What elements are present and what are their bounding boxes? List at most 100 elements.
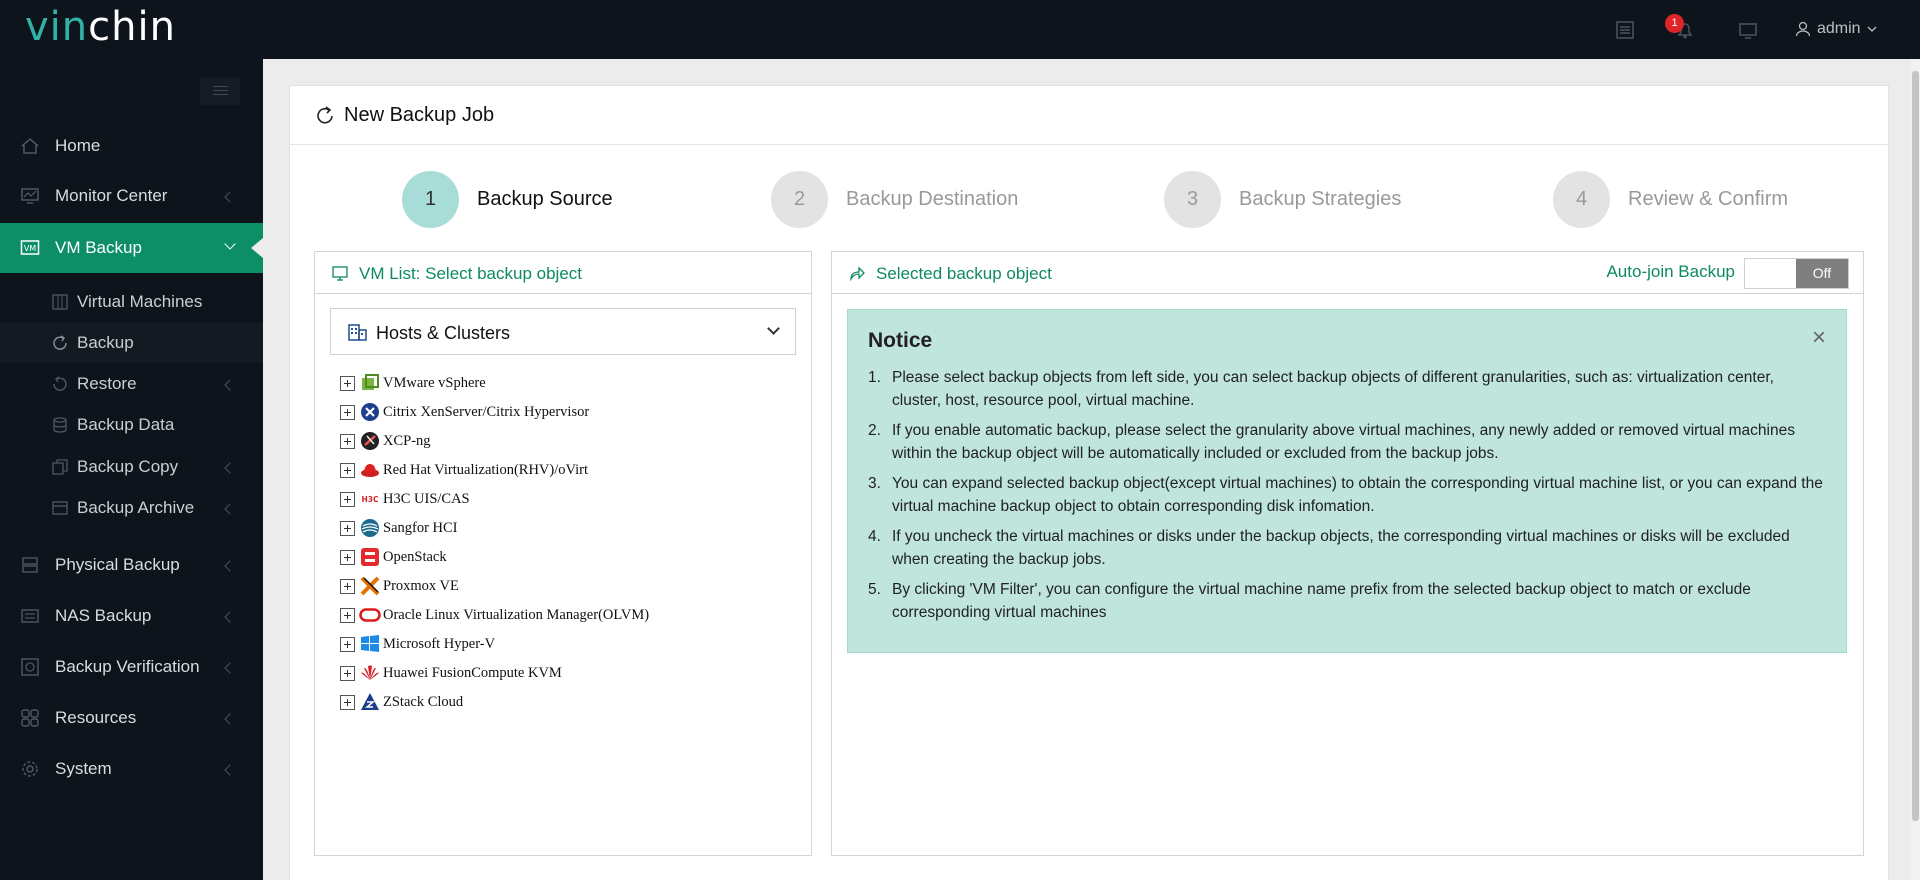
sidebar-subitem-backup[interactable]: Backup — [0, 323, 263, 363]
step-backup-destination[interactable]: 2 Backup Destination — [771, 170, 1018, 228]
tree-item-openstack[interactable]: OpenStack — [340, 546, 447, 568]
sidebar-subitem-virtual-machines[interactable]: Virtual Machines — [0, 282, 263, 322]
chevron-icon — [224, 764, 236, 776]
expand-icon[interactable] — [340, 520, 355, 536]
citrix-icon — [361, 403, 379, 421]
user-name: admin — [1817, 20, 1861, 37]
expand-icon[interactable] — [340, 636, 355, 652]
expand-icon[interactable] — [340, 694, 355, 710]
chevron-down-icon — [1867, 26, 1877, 32]
user-menu[interactable]: admin — [1795, 20, 1877, 38]
new-backup-job-card: New Backup Job 1 Backup Source 2 Backup … — [289, 85, 1889, 880]
share-arrow-icon — [850, 266, 865, 282]
page-scrollbar[interactable] — [1911, 59, 1920, 880]
proxmox-icon — [360, 576, 380, 596]
windows-icon — [361, 635, 379, 652]
notice-box: Notice × 1. Please select backup objects … — [847, 309, 1847, 653]
tree-item-huawei[interactable]: Huawei FusionCompute KVM — [340, 662, 562, 684]
tree-item-hyperv[interactable]: Microsoft Hyper-V — [340, 633, 495, 655]
resources-icon — [21, 709, 39, 727]
active-indicator — [251, 238, 263, 258]
oracle-icon — [359, 608, 381, 622]
verify-icon — [21, 658, 39, 676]
svg-text:H3C: H3C — [362, 495, 379, 504]
tree-item-redhat[interactable]: Red Hat Virtualization(RHV)/oVirt — [340, 459, 588, 481]
selected-object-panel: Selected backup object Auto-join Backup … — [831, 251, 1864, 856]
tree-item-sangfor[interactable]: Sangfor HCI — [340, 517, 458, 539]
sidebar-subitem-backup-archive[interactable]: Backup Archive — [0, 488, 263, 528]
notice-item: 4. If you uncheck the virtual machines or… — [868, 528, 1790, 568]
chevron-icon — [224, 662, 236, 674]
building-icon — [348, 324, 367, 341]
chevron-icon — [224, 191, 236, 203]
sidebar-item-system[interactable]: System — [0, 744, 263, 794]
copy-icon — [52, 459, 68, 475]
expand-icon[interactable] — [340, 549, 355, 565]
hosts-clusters-dropdown[interactable]: Hosts & Clusters — [330, 308, 796, 355]
tree-item-h3c[interactable]: H3C H3C UIS/CAS — [340, 488, 470, 510]
vm-icon: VM — [20, 240, 40, 255]
chevron-down-icon — [767, 322, 780, 335]
home-icon — [21, 138, 39, 154]
sidebar-collapse-button[interactable] — [200, 77, 240, 105]
h3c-icon: H3C — [359, 495, 381, 504]
openstack-icon — [361, 548, 379, 566]
zstack-icon — [361, 693, 379, 710]
sangfor-icon — [361, 519, 379, 537]
vmware-icon — [362, 374, 379, 390]
sidebar-subitem-backup-data[interactable]: Backup Data — [0, 405, 263, 445]
notice-item: 2. If you enable automatic backup, please… — [868, 422, 1795, 462]
chevron-icon — [224, 379, 236, 391]
expand-icon[interactable] — [340, 433, 355, 449]
chevron-icon — [224, 462, 236, 474]
chevron-icon — [224, 611, 236, 623]
user-icon — [1795, 21, 1811, 37]
sidebar-item-backup-verification[interactable]: Backup Verification — [0, 642, 263, 692]
card-header: New Backup Job — [290, 86, 1888, 145]
step-review-confirm[interactable]: 4 Review & Confirm — [1553, 170, 1788, 228]
sidebar-item-monitor-center[interactable]: Monitor Center — [0, 171, 263, 221]
close-icon[interactable]: × — [1812, 326, 1826, 350]
step-backup-source[interactable]: 1 Backup Source — [402, 170, 613, 228]
refresh-icon — [317, 106, 333, 124]
vinchin-logo[interactable]: vinchin — [25, 4, 176, 50]
chevron-down-icon — [224, 238, 236, 250]
scrollbar-thumb[interactable] — [1912, 71, 1919, 821]
sidebar-item-resources[interactable]: Resources — [0, 693, 263, 743]
task-list-icon[interactable] — [1615, 20, 1635, 40]
step-backup-strategies[interactable]: 3 Backup Strategies — [1164, 170, 1401, 228]
tree-item-zstack[interactable]: ZStack Cloud — [340, 691, 463, 713]
expand-icon[interactable] — [340, 491, 355, 507]
archive-icon — [52, 501, 68, 515]
expand-icon[interactable] — [340, 578, 355, 594]
expand-icon[interactable] — [340, 665, 355, 681]
sidebar-item-nas-backup[interactable]: NAS Backup — [0, 591, 263, 641]
notice-item: 3. You can expand selected backup object(… — [868, 475, 1823, 515]
gear-icon — [22, 761, 38, 777]
expand-icon[interactable] — [340, 462, 355, 478]
tree-item-xcpng[interactable]: XCP-ng — [340, 430, 431, 452]
expand-icon[interactable] — [340, 375, 355, 391]
sidebar-subitem-restore[interactable]: Restore — [0, 364, 263, 404]
sidebar-subitem-backup-copy[interactable]: Backup Copy — [0, 447, 263, 487]
notice-list: 1. Please select backup objects from left… — [868, 366, 1823, 631]
chevron-icon — [224, 560, 236, 572]
auto-join-toggle[interactable]: Off — [1744, 258, 1849, 289]
nas-icon — [21, 609, 39, 623]
auto-join-label: Auto-join Backup — [1606, 262, 1735, 281]
tree-item-citrix[interactable]: Citrix XenServer/Citrix Hypervisor — [340, 401, 589, 423]
sidebar-item-physical-backup[interactable]: Physical Backup — [0, 540, 263, 590]
huawei-icon — [361, 665, 379, 680]
xcpng-icon — [361, 432, 379, 450]
sidebar-item-home[interactable]: Home — [0, 121, 263, 171]
display-icon[interactable] — [1738, 20, 1758, 40]
expand-icon[interactable] — [340, 404, 355, 420]
tree-item-proxmox[interactable]: Proxmox VE — [340, 575, 459, 597]
tree-item-vmware[interactable]: VMware vSphere — [340, 372, 486, 394]
sidebar-item-vm-backup[interactable]: VM VM Backup — [0, 223, 263, 273]
monitor-icon — [21, 188, 39, 204]
server-icon — [22, 557, 38, 573]
top-bar: vinchin 1 admin — [0, 0, 1920, 59]
tree-item-oracle[interactable]: Oracle Linux Virtualization Manager(OLVM… — [340, 604, 649, 626]
expand-icon[interactable] — [340, 607, 355, 623]
